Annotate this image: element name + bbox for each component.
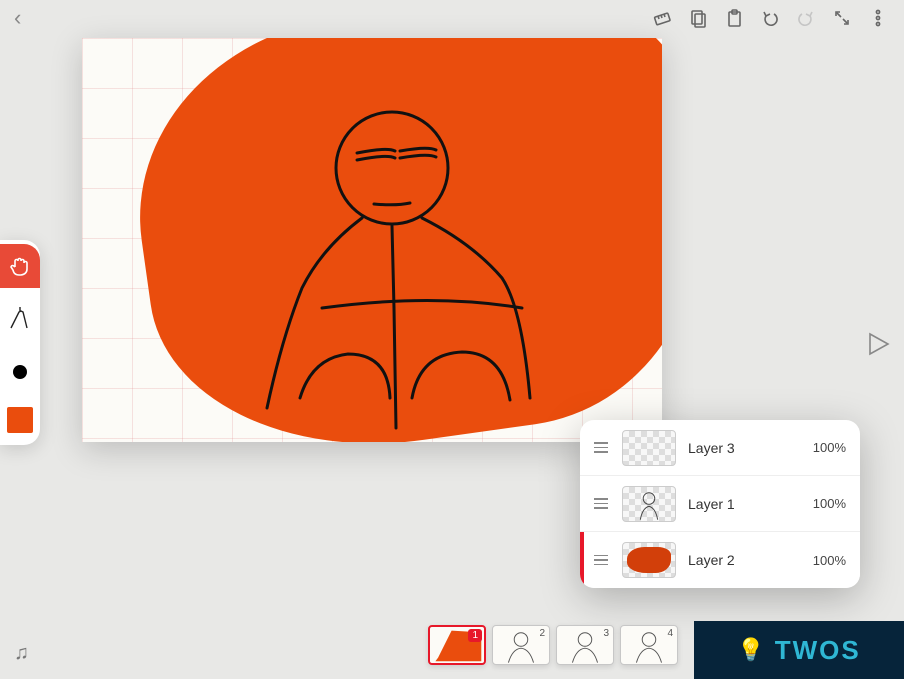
redo-icon: [792, 4, 820, 32]
pen-tool-icon[interactable]: [7, 306, 33, 337]
drag-handle-icon[interactable]: [588, 498, 614, 509]
play-button[interactable]: [864, 330, 892, 358]
tool-panel: [0, 240, 40, 445]
frame-number: 2: [539, 628, 545, 639]
layer-row[interactable]: Layer 1 100%: [580, 476, 860, 532]
drag-handle-icon[interactable]: [588, 442, 614, 453]
ruler-icon[interactable]: [648, 4, 676, 32]
brush-size-icon[interactable]: [13, 365, 27, 379]
frames-timeline: 1 2 3 4: [428, 625, 678, 665]
layer-row[interactable]: Layer 3 100%: [580, 420, 860, 476]
fullscreen-icon[interactable]: [828, 4, 856, 32]
layer-opacity[interactable]: 100%: [813, 440, 846, 455]
watermark-text: TWOS: [775, 635, 861, 666]
undo-icon[interactable]: [756, 4, 784, 32]
clipboard-icon[interactable]: [720, 4, 748, 32]
frame-thumb[interactable]: 4: [620, 625, 678, 665]
frame-number: 1: [468, 629, 482, 642]
back-button[interactable]: ‹: [8, 5, 27, 31]
audio-icon[interactable]: ♫: [14, 642, 29, 665]
canvas[interactable]: [82, 38, 662, 442]
hand-tool-icon[interactable]: [0, 244, 40, 288]
layers-panel: Layer 3 100% Layer 1 100% Layer 2 100%: [580, 420, 860, 588]
layer-opacity[interactable]: 100%: [813, 496, 846, 511]
color-swatch[interactable]: [7, 407, 33, 433]
figure-sketch: [262, 98, 582, 442]
watermark: 💡 TWOS: [694, 621, 904, 679]
bulb-icon: 💡: [737, 637, 766, 663]
layer-opacity[interactable]: 100%: [813, 553, 846, 568]
copy-icon[interactable]: [684, 4, 712, 32]
frame-number: 3: [603, 628, 609, 639]
layer-thumbnail[interactable]: [622, 486, 676, 522]
layer-thumbnail[interactable]: [622, 430, 676, 466]
frame-thumb[interactable]: 2: [492, 625, 550, 665]
layer-name: Layer 3: [688, 440, 813, 456]
frame-number: 4: [667, 628, 673, 639]
layer-name: Layer 1: [688, 496, 813, 512]
top-toolbar: ‹: [0, 0, 904, 36]
layer-name: Layer 2: [688, 552, 813, 568]
layer-thumbnail[interactable]: [622, 542, 676, 578]
frame-thumb[interactable]: 3: [556, 625, 614, 665]
more-icon[interactable]: [864, 4, 892, 32]
drag-handle-icon[interactable]: [588, 555, 614, 566]
frame-thumb[interactable]: 1: [428, 625, 486, 665]
layer-row[interactable]: Layer 2 100%: [580, 532, 860, 588]
